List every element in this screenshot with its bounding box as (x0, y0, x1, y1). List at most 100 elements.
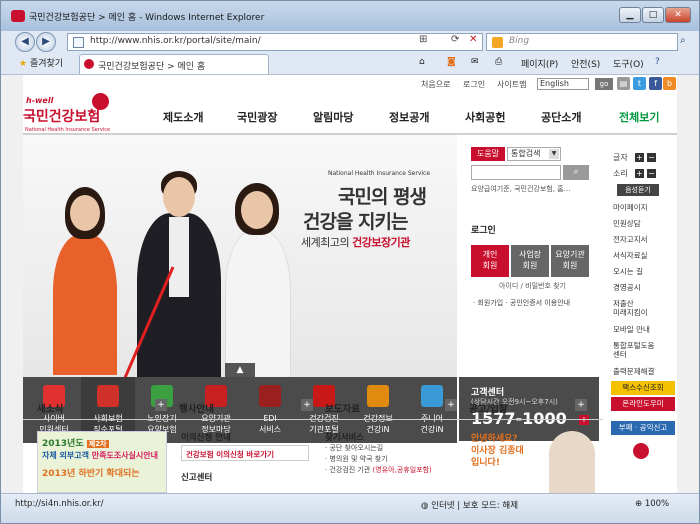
nhis-site: 처음으로 로그인 사이트맵 English go ▤ t f b h-well … (23, 75, 677, 493)
maximize-button[interactable]: □ (642, 7, 664, 23)
appeal-link-plain: 바로가기 (243, 450, 275, 459)
right-menu-print-fix[interactable]: 출력문제해결 (613, 367, 654, 376)
font-size-label: 글자 (613, 153, 628, 162)
url-text: http://www.nhis.or.kr/portal/site/main/ (90, 36, 261, 46)
language-select[interactable]: English (537, 78, 589, 90)
login-provider-button[interactable]: 요양기관 회원 (551, 245, 589, 277)
board-news[interactable]: 새소식 (37, 401, 63, 415)
language-go-button[interactable]: go (595, 78, 613, 90)
plus-icon[interactable]: + (155, 399, 167, 411)
feed-icon[interactable]: ◙ (447, 57, 456, 67)
forward-button[interactable]: ▶ (36, 32, 56, 52)
sound-decrease-icon[interactable]: − (647, 169, 656, 178)
join-links[interactable]: · 회원가입 · 공인인증서 이용안내 (473, 298, 570, 308)
login-personal-button[interactable]: 개인 회원 (471, 245, 509, 277)
blog-icon[interactable]: b (663, 77, 676, 90)
search-go-icon[interactable]: ⌕ (680, 35, 686, 46)
online-helper-button[interactable]: 온라인도우미 (611, 397, 675, 411)
gnb-about-system[interactable]: 제도소개 (163, 109, 203, 125)
right-menu-mobile[interactable]: 모바일 안내 (613, 325, 650, 334)
safety-menu[interactable]: 안전(S) (571, 57, 600, 70)
banner-line-2b: 만족도조사실시안내 (91, 451, 158, 460)
board-bids[interactable]: 공고/입찰 (469, 401, 507, 415)
browser-tab[interactable]: 국민건강보험공단 > 메인 홈 (79, 54, 269, 74)
tools-menu[interactable]: 도구(O) (613, 57, 644, 70)
print-icon[interactable]: ⎙ (495, 57, 502, 67)
help-icon[interactable]: ? (655, 57, 660, 67)
minimize-button[interactable]: ▁ (619, 7, 641, 23)
right-menu-disclosure[interactable]: 경영공시 (613, 283, 641, 292)
board-events[interactable]: 행사안내 (179, 401, 214, 415)
banner-line-2a: 자체 외부고객 (42, 451, 92, 460)
page-menu[interactable]: 페이지(P) (521, 57, 558, 70)
find-checkup-strong: (영유아,공휴일포함) (372, 466, 432, 474)
sound-increase-icon[interactable]: + (635, 169, 644, 178)
site-search-input[interactable] (471, 165, 561, 180)
sitemap-link[interactable]: 사이트맵 (497, 79, 526, 90)
back-button[interactable]: ◀ (15, 32, 35, 52)
rss-icon[interactable]: ▤ (617, 77, 630, 90)
status-bar: http://si4n.nhis.or.kr/ ◍ 인터넷 | 보호 모드: 해… (1, 493, 699, 523)
right-menu-directions[interactable]: 오시는 길 (613, 267, 643, 276)
search-box[interactable]: Bing (486, 33, 678, 51)
gnb-social[interactable]: 사회공헌 (465, 109, 505, 125)
right-menu-birthrate[interactable]: 저출산 미래지킴이 (613, 299, 648, 317)
status-url: http://si4n.nhis.or.kr/ (15, 499, 104, 509)
close-button[interactable]: ✕ (665, 7, 691, 23)
mail-icon[interactable]: ✉ (471, 57, 479, 67)
search-scope-select[interactable]: 통합검색 ▼ (507, 147, 561, 161)
survey-banner[interactable]: 2013년도 제2차 자체 외부고객 만족도조사실시안내 2013년 하반기 확… (37, 431, 167, 493)
star-icon: ★ (19, 59, 28, 69)
facebook-icon[interactable]: f (649, 77, 662, 90)
zoom-control[interactable]: ⊕ 100% (635, 499, 669, 509)
bing-icon (492, 37, 503, 48)
site-logo[interactable]: h-well 국민건강보험 National Health Insurance … (23, 89, 123, 139)
twitter-icon[interactable]: t (633, 77, 646, 90)
appeal-link[interactable]: 건강보험 이의신청 바로가기 (181, 445, 309, 461)
home-icon[interactable]: ⌂ (419, 57, 425, 67)
login-business-button[interactable]: 사업장 회원 (511, 245, 549, 277)
banner-year: 2013년도 (42, 439, 84, 449)
right-menu-counsel[interactable]: 민원상담 (613, 219, 641, 228)
zoom-icon: ⊕ (635, 499, 643, 509)
site-search-button[interactable]: ⌕ (563, 165, 589, 180)
side-panel: 도움말 통합검색 ▼ ⌕ 요양급여기준, 국민건강보험, 홈… 로그인 개인 회원… (459, 135, 599, 441)
gnb-public-square[interactable]: 국민광장 (237, 109, 277, 125)
find-hospital-link[interactable]: · 병의원 및 약국 찾기 (325, 454, 432, 465)
font-decrease-icon[interactable]: − (647, 153, 656, 162)
plus-icon[interactable]: + (301, 399, 313, 411)
ie-app-icon (11, 10, 25, 22)
right-menu-portal-help[interactable]: 통합포털도움 센터 (613, 341, 654, 359)
banner-year-line: 2013년도 제2차 (42, 436, 109, 449)
login-link[interactable]: 로그인 (463, 79, 485, 90)
find-office-link[interactable]: · 공단 찾아오시는길 (325, 443, 432, 454)
gnb-disclosure[interactable]: 정보공개 (389, 109, 429, 125)
plus-icon[interactable]: + (575, 399, 587, 411)
appeal-link-strong: 건강보험 이의신청 (186, 450, 244, 459)
find-checkup-link[interactable]: · 건강검진 기관 (영유아,공휴일포함) (325, 465, 432, 476)
search-help-tab[interactable]: 도움말 (471, 147, 505, 161)
listen-button[interactable]: 음성듣기 (617, 184, 659, 196)
report-center-button[interactable]: 부패 · 공익신고 (611, 421, 675, 435)
home-link[interactable]: 처음으로 (421, 79, 450, 90)
font-increase-icon[interactable]: + (635, 153, 644, 162)
gnb-notice[interactable]: 알림마당 (313, 109, 353, 125)
right-menu-forms[interactable]: 서식자료실 (613, 251, 648, 260)
security-zone[interactable]: ◍ 인터넷 | 보호 모드: 해제 (421, 499, 518, 511)
gnb-view-all[interactable]: 전체보기 (619, 109, 659, 125)
fax-receipt-button[interactable]: 팩스수신조회 (611, 381, 675, 395)
favorites-button[interactable]: ★ 즐겨찾기 (19, 56, 63, 69)
right-menu-ebill[interactable]: 전자고지서 (613, 235, 648, 244)
right-menu-mypage[interactable]: 마이페이지 (613, 203, 648, 212)
ceo-greeting-banner[interactable]: 안녕하세요? 이사장 김종대 입니다! (471, 431, 599, 493)
title-bar: 국민건강보험공단 > 메인 홈 - Windows Internet Explo… (1, 1, 699, 31)
quick-menu-toggle[interactable]: ▲ (225, 363, 255, 377)
search-keywords[interactable]: 요양급여기준, 국민건강보험, 홈… (471, 184, 571, 194)
gnb-about-nhis[interactable]: 공단소개 (541, 109, 581, 125)
find-id-password-link[interactable]: 아이디 / 비밀번호 찾기 (499, 281, 566, 291)
board-press[interactable]: 보도자료 (325, 401, 360, 415)
refresh-icon[interactable]: ⟳ (451, 34, 459, 45)
plus-icon[interactable]: + (445, 399, 457, 411)
stop-icon[interactable]: ✕ (469, 34, 477, 45)
compat-view-icon[interactable]: ⊞ (419, 34, 427, 45)
